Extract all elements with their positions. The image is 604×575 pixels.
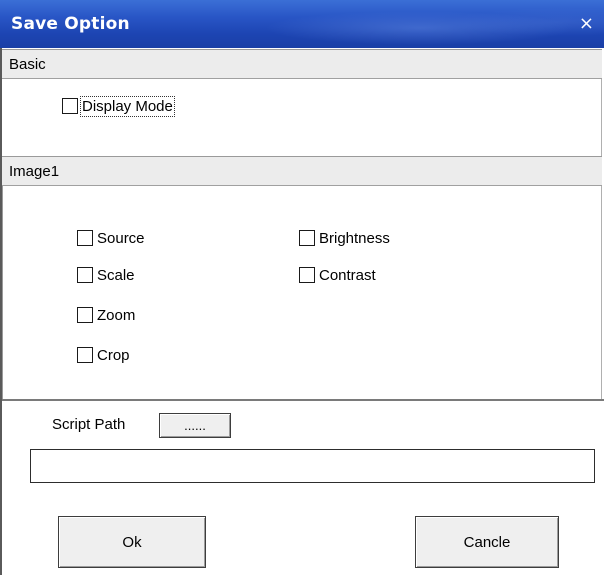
title-bar[interactable]: Save Option ×	[0, 0, 604, 48]
crop-label[interactable]: Crop	[97, 347, 130, 364]
display-mode-label[interactable]: Display Mode	[80, 95, 175, 117]
ok-button[interactable]: Ok	[58, 516, 206, 568]
crop-checkbox[interactable]: Crop	[77, 345, 130, 365]
script-path-label: Script Path	[52, 416, 126, 433]
save-option-dialog: Save Option × Basic Display Mode Image1 …	[0, 0, 604, 575]
source-label[interactable]: Source	[97, 230, 145, 247]
image1-section-header: Image1	[2, 156, 602, 186]
checkbox-box[interactable]	[299, 230, 315, 246]
contrast-label[interactable]: Contrast	[319, 267, 376, 284]
basic-panel: Display Mode	[2, 79, 602, 156]
contrast-checkbox[interactable]: Contrast	[299, 265, 376, 285]
scale-checkbox[interactable]: Scale	[77, 265, 135, 285]
display-mode-checkbox[interactable]: Display Mode	[62, 95, 175, 117]
zoom-label[interactable]: Zoom	[97, 307, 135, 324]
source-checkbox[interactable]: Source	[77, 228, 145, 248]
checkbox-box[interactable]	[299, 267, 315, 283]
checkbox-box[interactable]	[77, 307, 93, 323]
section-divider	[2, 399, 604, 401]
zoom-checkbox[interactable]: Zoom	[77, 305, 135, 325]
checkbox-box[interactable]	[77, 267, 93, 283]
window-title: Save Option	[11, 14, 130, 34]
basic-section-title: Basic	[9, 56, 46, 73]
basic-section-header: Basic	[2, 49, 602, 79]
brightness-label[interactable]: Brightness	[319, 230, 390, 247]
browse-button[interactable]: ......	[159, 413, 231, 438]
checkbox-box[interactable]	[62, 98, 78, 114]
brightness-checkbox[interactable]: Brightness	[299, 228, 390, 248]
checkbox-box[interactable]	[77, 347, 93, 363]
image1-panel: Source Scale Zoom Crop Brightness Contra…	[2, 186, 602, 400]
scale-label[interactable]: Scale	[97, 267, 135, 284]
title-bar-sheen	[140, 0, 604, 48]
image1-section-title: Image1	[9, 163, 60, 180]
script-path-input[interactable]	[30, 449, 595, 483]
cancel-button[interactable]: Cancle	[415, 516, 559, 568]
close-icon[interactable]: ×	[579, 13, 594, 34]
checkbox-box[interactable]	[77, 230, 93, 246]
